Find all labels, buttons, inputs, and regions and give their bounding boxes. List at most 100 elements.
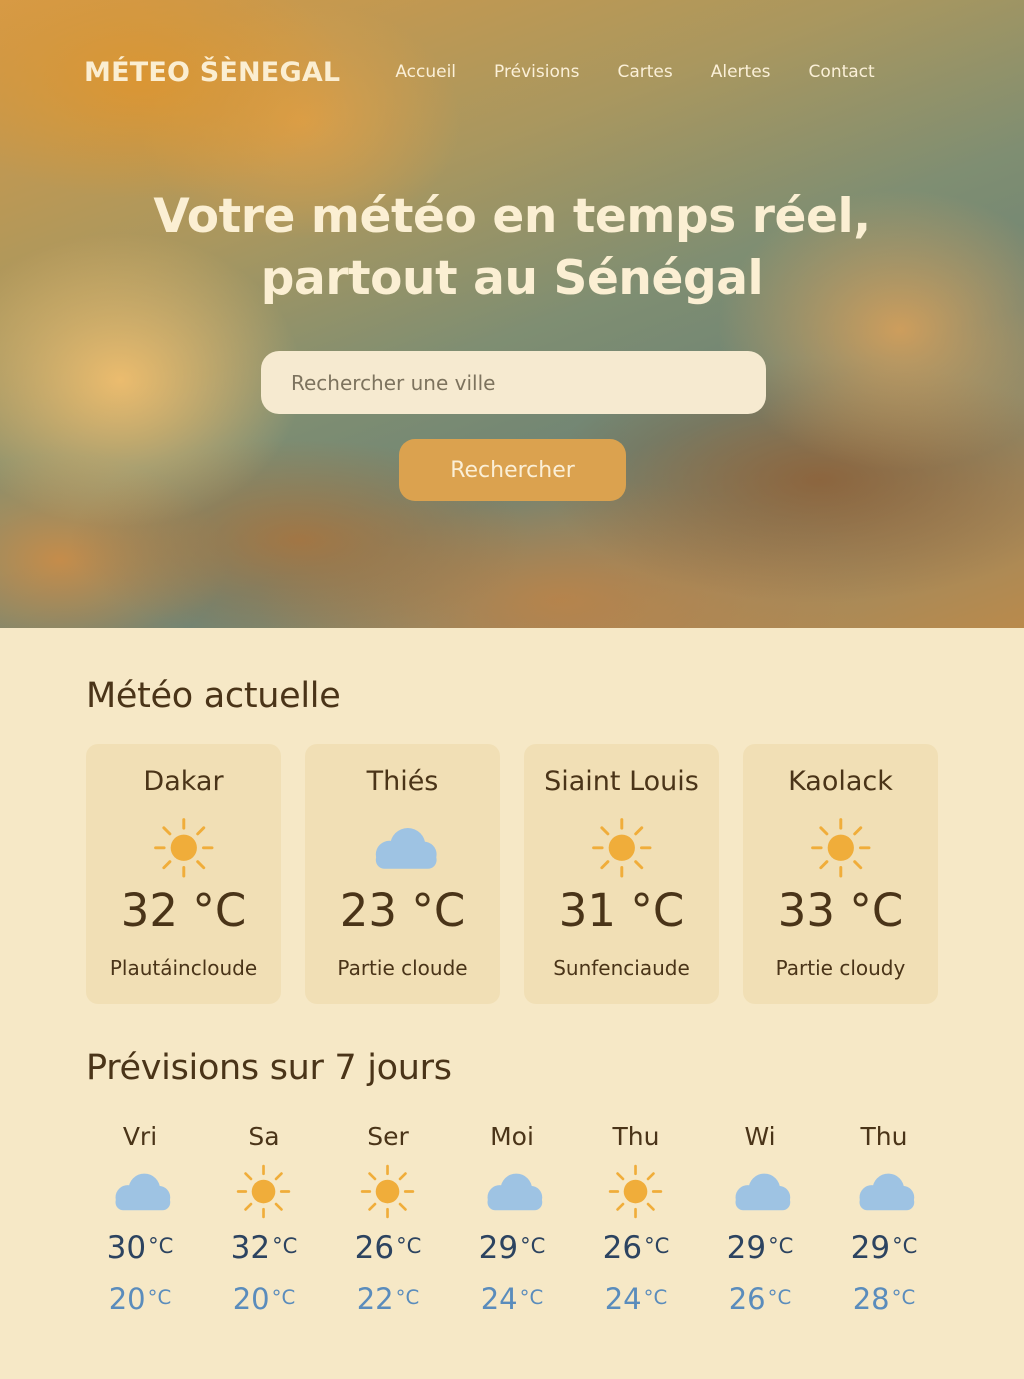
high-value: 26 xyxy=(354,1230,395,1266)
hero-banner: MÉTEO ŠÈNEGAL Accueil Prévisions Cartes … xyxy=(0,0,1024,628)
cloud-icon xyxy=(723,1164,797,1220)
sun-icon xyxy=(351,1164,425,1220)
low-value: 24 xyxy=(604,1282,642,1316)
temp-unit: °C xyxy=(892,1232,918,1258)
city-name: Siaint Louis xyxy=(544,766,699,797)
forecast-list: Vri 30°C 20 °C Sa 32°C 20 °C Ser 26°C 22 °C… xyxy=(78,1120,946,1330)
high-value: 30 xyxy=(106,1230,147,1266)
temp-unit: °C xyxy=(520,1232,546,1258)
temp-unit: °C xyxy=(519,1286,544,1310)
forecast-high-temp: 29°C xyxy=(822,1230,946,1266)
forecast-day-name: Moi xyxy=(490,1122,534,1151)
forecast-title: Prévisions sur 7 jours xyxy=(86,1048,452,1088)
forecast-day[interactable]: Wi 29°C 26 °C xyxy=(698,1120,822,1330)
temp-unit: °C xyxy=(272,1232,298,1258)
forecast-low-temp: 20 °C xyxy=(78,1282,202,1316)
forecast-low-temp: 24 °C xyxy=(574,1282,698,1316)
city-condition: Sunfenciaude xyxy=(553,956,690,980)
nav-links: Accueil Prévisions Cartes Alertes Contac… xyxy=(395,62,874,82)
forecast-low-temp: 22 °C xyxy=(326,1282,450,1316)
forecast-high-temp: 26°C xyxy=(326,1230,450,1266)
cloud-icon xyxy=(103,1164,177,1220)
temp-unit: °C xyxy=(891,1286,916,1310)
city-temperature: 33 °C xyxy=(777,884,904,937)
cloud-icon xyxy=(847,1164,921,1220)
city-name: Kaolack xyxy=(788,766,893,797)
city-condition: Partie cloudy xyxy=(775,956,906,980)
low-value: 24 xyxy=(480,1282,518,1316)
high-value: 29 xyxy=(726,1230,767,1266)
low-value: 22 xyxy=(356,1282,394,1316)
nav-link-accueil[interactable]: Accueil xyxy=(395,62,456,82)
sun-icon xyxy=(801,816,881,880)
temp-unit: °C xyxy=(147,1286,172,1310)
city-condition: Partie cloude xyxy=(337,956,468,980)
low-value: 28 xyxy=(852,1282,890,1316)
city-name: Dakar xyxy=(143,766,224,797)
low-value: 26 xyxy=(728,1282,766,1316)
low-value: 20 xyxy=(108,1282,146,1316)
search-button[interactable]: Rechercher xyxy=(399,439,626,501)
sun-icon xyxy=(599,1164,673,1220)
city-weather-card[interactable]: Dakar 32 °C Plautáincloude xyxy=(86,744,281,1004)
temp-unit: °C xyxy=(395,1286,420,1310)
hero-title-line2: partout au Sénégal xyxy=(260,251,764,306)
high-value: 32 xyxy=(230,1230,271,1266)
top-nav: MÉTEO ŠÈNEGAL Accueil Prévisions Cartes … xyxy=(84,50,940,94)
forecast-low-temp: 24 °C xyxy=(450,1282,574,1316)
sun-icon xyxy=(144,816,224,880)
temp-unit: °C xyxy=(396,1232,422,1258)
forecast-high-temp: 29°C xyxy=(698,1230,822,1266)
temp-unit: °C xyxy=(643,1286,668,1310)
forecast-day-name: Thu xyxy=(612,1122,660,1151)
high-value: 29 xyxy=(850,1230,891,1266)
forecast-day[interactable]: Thu 29°C 28 °C xyxy=(822,1120,946,1330)
forecast-day[interactable]: Sa 32°C 20 °C xyxy=(202,1120,326,1330)
low-value: 20 xyxy=(232,1282,270,1316)
forecast-day[interactable]: Moi 29°C 24 °C xyxy=(450,1120,574,1330)
high-value: 29 xyxy=(478,1230,519,1266)
high-value: 26 xyxy=(602,1230,643,1266)
nav-link-cartes[interactable]: Cartes xyxy=(617,62,672,82)
hero-title: Votre météo en temps réel, partout au Sé… xyxy=(0,186,1024,310)
current-weather-cards: Dakar 32 °C Plautáincloude Thiés 23 °C P… xyxy=(86,744,938,1004)
forecast-day-name: Ser xyxy=(367,1122,409,1151)
forecast-high-temp: 30°C xyxy=(78,1230,202,1266)
city-temperature: 32 °C xyxy=(120,884,247,937)
city-weather-card[interactable]: Kaolack 33 °C Partie cloudy xyxy=(743,744,938,1004)
forecast-day-name: Vri xyxy=(122,1122,158,1151)
city-temperature: 31 °C xyxy=(558,884,685,937)
nav-link-previsions[interactable]: Prévisions xyxy=(494,62,579,82)
forecast-day-name: Sa xyxy=(248,1122,280,1151)
city-name: Thiés xyxy=(366,766,439,797)
forecast-high-temp: 26°C xyxy=(574,1230,698,1266)
forecast-low-temp: 28 °C xyxy=(822,1282,946,1316)
forecast-day[interactable]: Vri 30°C 20 °C xyxy=(78,1120,202,1330)
sun-icon xyxy=(582,816,662,880)
forecast-day-name: Wi xyxy=(744,1122,776,1151)
nav-link-contact[interactable]: Contact xyxy=(809,62,875,82)
forecast-day-name: Thu xyxy=(860,1122,908,1151)
forecast-high-temp: 29°C xyxy=(450,1230,574,1266)
city-temperature: 23 °C xyxy=(339,884,466,937)
sun-icon xyxy=(227,1164,301,1220)
temp-unit: °C xyxy=(768,1232,794,1258)
city-weather-card[interactable]: Thiés 23 °C Partie cloude xyxy=(305,744,500,1004)
temp-unit: °C xyxy=(767,1286,792,1310)
cloud-icon xyxy=(475,1164,549,1220)
temp-unit: °C xyxy=(271,1286,296,1310)
forecast-day[interactable]: Thu 26°C 24 °C xyxy=(574,1120,698,1330)
city-condition: Plautáincloude xyxy=(109,956,258,980)
city-search-input[interactable] xyxy=(261,351,766,414)
temp-unit: °C xyxy=(148,1232,174,1258)
city-weather-card[interactable]: Siaint Louis 31 °C Sunfenciaude xyxy=(524,744,719,1004)
forecast-low-temp: 26 °C xyxy=(698,1282,822,1316)
hero-title-line1: Votre météo en temps réel, xyxy=(153,189,871,244)
nav-link-alertes[interactable]: Alertes xyxy=(711,62,771,82)
forecast-low-temp: 20 °C xyxy=(202,1282,326,1316)
current-weather-title: Météo actuelle xyxy=(86,676,341,716)
forecast-high-temp: 32°C xyxy=(202,1230,326,1266)
brand-logo[interactable]: MÉTEO ŠÈNEGAL xyxy=(84,57,340,88)
temp-unit: °C xyxy=(644,1232,670,1258)
forecast-day[interactable]: Ser 26°C 22 °C xyxy=(326,1120,450,1330)
